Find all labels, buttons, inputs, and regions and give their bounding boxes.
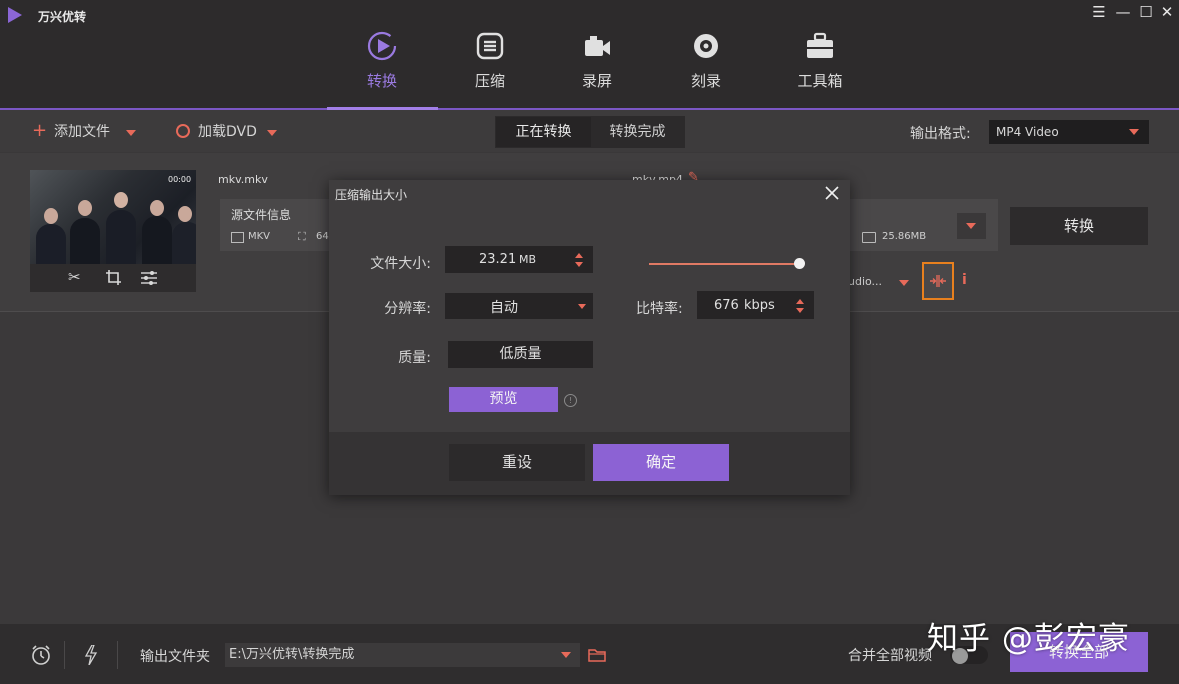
bitrate-unit: kbps (744, 298, 775, 313)
compress-settings-button[interactable] (922, 262, 954, 300)
resolution-label: 分辨率: (384, 301, 431, 317)
maximize-button[interactable]: ☐ (1135, 3, 1157, 21)
audio-dropdown-icon[interactable] (899, 280, 909, 286)
dvd-icon[interactable] (176, 124, 190, 138)
reset-button[interactable]: 重设 (449, 444, 585, 481)
dialog-title: 压缩输出大小 (335, 188, 408, 202)
confirm-button[interactable]: 确定 (593, 444, 729, 481)
add-file-button[interactable]: 添加文件 (54, 121, 110, 141)
film-icon (231, 232, 244, 243)
tab-record[interactable]: 录屏 (552, 28, 642, 106)
compress-dialog: 压缩输出大小 文件大小: 23.21 MB 分辨率: 自动 比特率: 676 k… (329, 180, 850, 495)
convert-button[interactable]: 转换 (1010, 207, 1148, 245)
increase-icon[interactable] (796, 299, 804, 304)
app-logo-icon (8, 7, 22, 23)
folder-icon[interactable] (588, 648, 606, 666)
load-dvd-dropdown-icon[interactable] (267, 130, 277, 136)
tab-record-label: 录屏 (581, 72, 612, 90)
preview-info-icon[interactable]: ! (564, 394, 577, 407)
effects-sliders-icon[interactable] (141, 270, 157, 289)
dialog-close-button[interactable] (825, 180, 839, 206)
watermark: 知乎 @彭宏豪 (927, 621, 1130, 657)
play-circle-icon (337, 28, 427, 64)
tab-converting[interactable]: 正在转换 (496, 117, 591, 147)
file-size-stepper[interactable]: 23.21 MB (445, 246, 593, 273)
scissors-icon[interactable]: ✂ (68, 268, 81, 286)
source-format: MKV (248, 231, 271, 242)
output-folder-label: 输出文件夹 (140, 649, 210, 665)
disc-icon (661, 28, 751, 64)
file-size-slider-handle[interactable] (794, 258, 805, 269)
tab-convert[interactable]: 转换 (337, 28, 427, 106)
merge-all-label: 合并全部视频 (848, 648, 932, 664)
thumbnail-timestamp: 00:00 (168, 175, 192, 184)
tab-toolbox-label: 工具箱 (797, 72, 843, 90)
decrease-icon[interactable] (575, 262, 583, 267)
output-path-dropdown-icon[interactable] (561, 652, 571, 658)
plus-icon[interactable]: + (32, 122, 47, 140)
source-resolution: 64 (316, 231, 329, 242)
preview-button[interactable]: 预览 (449, 387, 558, 412)
compress-arrows-icon (930, 275, 946, 287)
audio-track-select[interactable]: udio... (848, 275, 882, 288)
minimize-button[interactable]: — (1112, 3, 1134, 21)
tab-convert-label: 转换 (366, 72, 397, 90)
tab-burn[interactable]: 刻录 (661, 28, 751, 106)
bitrate-label: 比特率: (636, 301, 683, 317)
folder-size-icon (862, 232, 876, 243)
crop-icon[interactable] (106, 270, 121, 289)
resolution-value: 自动 (490, 300, 518, 316)
output-format-label: 输出格式: (910, 126, 971, 142)
video-thumbnail[interactable]: 00:00 (30, 170, 196, 264)
camera-icon (552, 28, 642, 64)
resolution-dropdown-icon[interactable] (578, 304, 586, 309)
dialog-footer (329, 432, 850, 495)
resolution-select[interactable]: 自动 (445, 293, 593, 319)
add-file-dropdown-icon[interactable] (126, 130, 136, 136)
bitrate-stepper[interactable]: 676 kbps (697, 291, 814, 319)
file-size-unit: MB (519, 253, 537, 266)
file-size-label: 文件大小: (370, 256, 431, 272)
app-title: 万兴优转 (38, 10, 87, 24)
tab-compress-label: 压缩 (474, 72, 505, 90)
quality-display: 低质量 (448, 341, 593, 368)
lightning-icon[interactable] (84, 644, 98, 669)
divider (117, 641, 118, 669)
target-format-dropdown-icon[interactable] (966, 223, 976, 229)
tab-toolbox[interactable]: 工具箱 (775, 28, 865, 106)
output-format-select[interactable]: MP4 Video (989, 120, 1149, 144)
alarm-clock-icon[interactable] (30, 644, 52, 670)
load-dvd-button[interactable]: 加载DVD (198, 121, 257, 141)
close-window-button[interactable]: ✕ (1156, 3, 1178, 21)
increase-icon[interactable] (575, 253, 583, 258)
quality-label: 质量: (398, 350, 431, 366)
compress-icon (445, 28, 535, 64)
output-path-select[interactable]: E:\万兴优转\转换完成 (225, 643, 580, 667)
resolution-icon: ⛶ (298, 230, 306, 243)
toolbox-icon (775, 28, 865, 64)
tab-converted[interactable]: 转换完成 (591, 117, 684, 147)
tab-compress[interactable]: 压缩 (445, 28, 535, 106)
source-info-label: 源文件信息 (231, 208, 292, 222)
info-icon[interactable]: i (962, 272, 967, 288)
source-file-name: mkv.mkv (218, 173, 268, 186)
menu-button[interactable]: ☰ (1088, 3, 1110, 21)
bitrate-value[interactable]: 676 (714, 298, 739, 313)
divider (64, 641, 65, 669)
tab-burn-label: 刻录 (690, 72, 721, 90)
close-icon (825, 186, 839, 200)
file-size-value[interactable]: 23.21 (479, 252, 516, 267)
file-size-slider[interactable] (649, 263, 801, 265)
output-format-dropdown-icon[interactable] (1129, 129, 1139, 135)
target-size: 25.86MB (882, 231, 927, 242)
decrease-icon[interactable] (796, 308, 804, 313)
